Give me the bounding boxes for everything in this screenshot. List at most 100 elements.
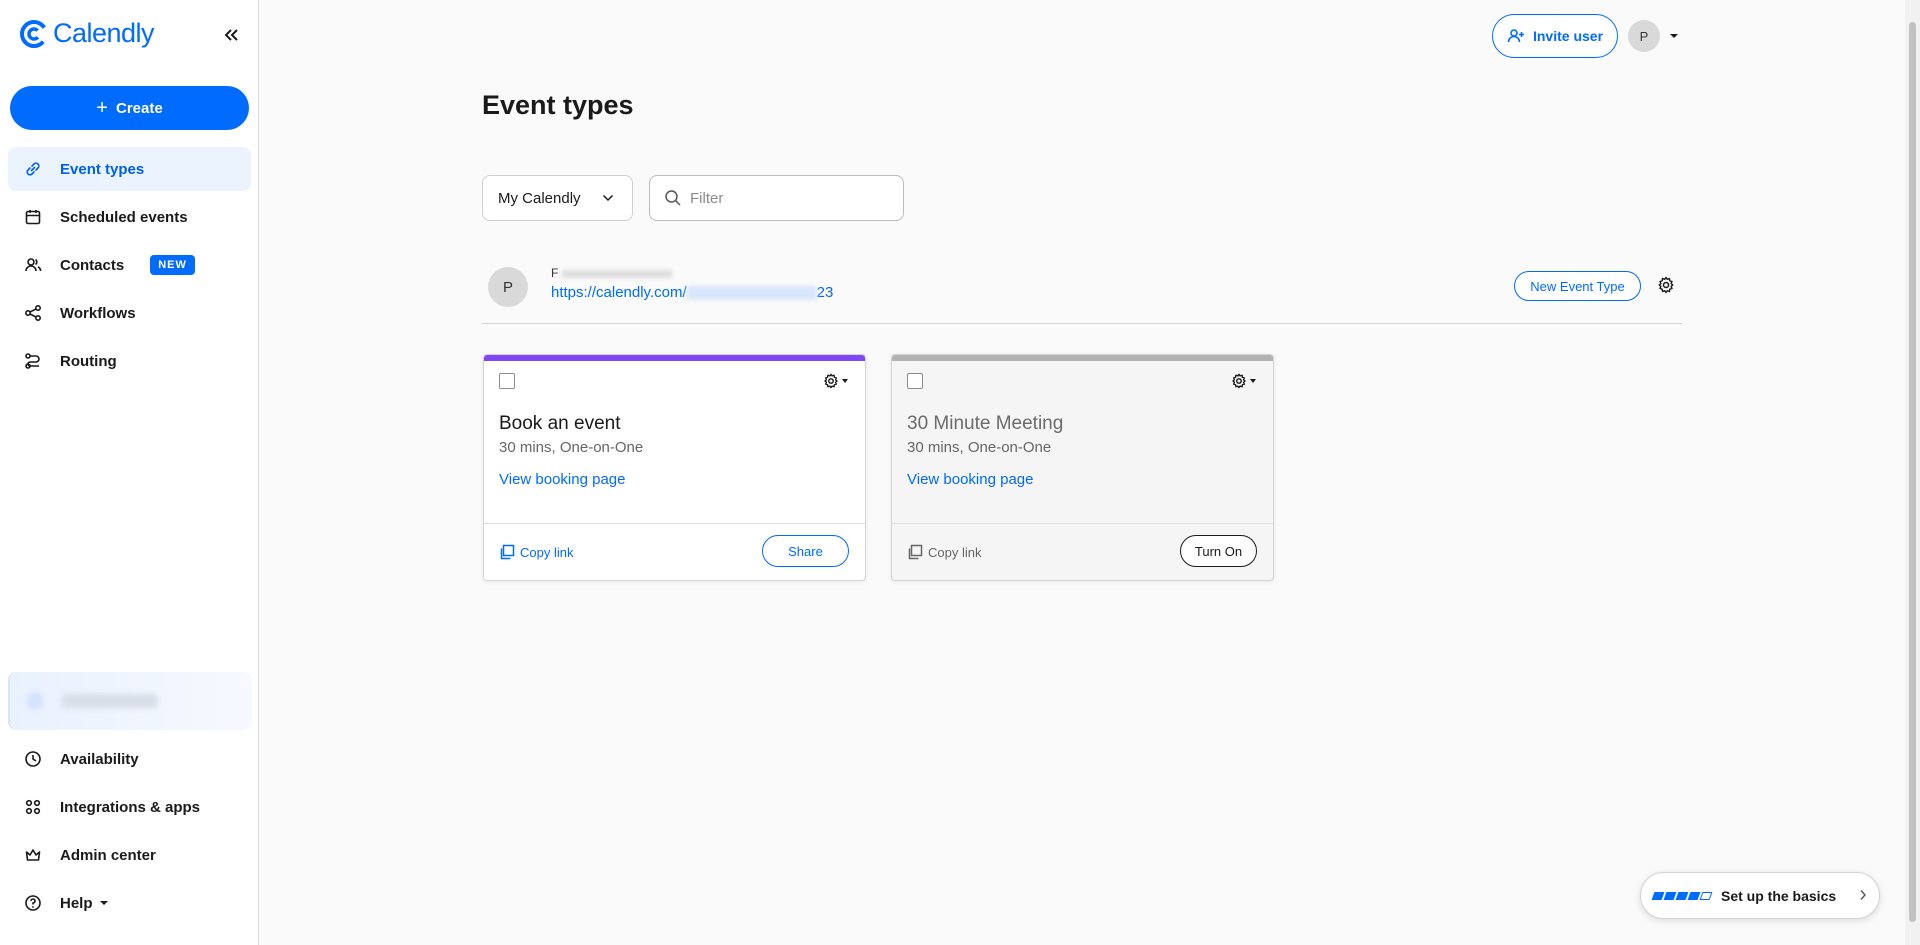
event-subtitle: 30 mins, One-on-One	[499, 439, 644, 456]
select-value: My Calendly	[498, 189, 581, 207]
sidebar-item-event-types[interactable]: Event types	[8, 147, 251, 191]
gear-icon[interactable]	[1657, 276, 1675, 294]
event-title: Book an event	[499, 413, 621, 434]
user-name: F	[551, 266, 673, 280]
workflows-icon	[24, 304, 42, 322]
copy-icon	[500, 544, 515, 560]
progress-segment	[1663, 891, 1677, 900]
turn-on-button[interactable]: Turn On	[1180, 535, 1257, 567]
link-suffix: 23	[816, 284, 834, 301]
calendar-icon	[24, 208, 42, 226]
new-event-type-button[interactable]: New Event Type	[1514, 271, 1641, 301]
filter-field[interactable]	[649, 175, 904, 221]
redacted-icon	[26, 692, 44, 710]
plus-icon: +	[96, 97, 108, 119]
crown-icon	[24, 846, 42, 864]
link-icon	[24, 160, 42, 178]
copy-link-button[interactable]: Copy link	[907, 544, 981, 560]
search-icon	[665, 190, 681, 206]
sidebar-item-label: Integrations & apps	[60, 798, 201, 816]
card-divider	[484, 523, 865, 524]
setup-basics-label: Set up the basics	[1721, 887, 1837, 904]
view-booking-page-link[interactable]: View booking page	[499, 471, 626, 488]
new-badge: NEW	[150, 255, 195, 275]
sidebar-bottom-nav: Availability Integrations & apps Admin c…	[8, 737, 251, 929]
select-checkbox[interactable]	[499, 373, 515, 389]
add-user-icon	[1507, 29, 1524, 43]
filter-input[interactable]	[690, 189, 890, 207]
sidebar-item-label: Help	[60, 894, 93, 912]
link-prefix: https://calendly.com/	[551, 284, 687, 301]
sidebar-item-label: Routing	[60, 352, 117, 370]
help-icon	[24, 894, 42, 912]
sidebar-item-workflows[interactable]: Workflows	[8, 291, 251, 335]
event-card-book-an-event[interactable]: Book an event 30 mins, One-on-One View b…	[483, 354, 866, 581]
copy-link-label: Copy link	[520, 544, 574, 560]
sidebar-item-scheduled-events[interactable]: Scheduled events	[8, 195, 251, 239]
event-title: 30 Minute Meeting	[907, 413, 1064, 434]
progress-segment	[1675, 891, 1689, 900]
view-booking-page-link[interactable]: View booking page	[907, 471, 1034, 488]
user-name-visible: F	[551, 266, 559, 280]
brand-name: Calendly	[53, 18, 155, 48]
card-settings-menu[interactable]	[823, 373, 849, 389]
sidebar-item-label: Scheduled events	[60, 208, 188, 226]
sidebar-item-label: Contacts	[60, 256, 125, 274]
sidebar-item-integrations[interactable]: Integrations & apps	[8, 785, 251, 829]
calendly-select-dropdown[interactable]: My Calendly	[482, 175, 633, 221]
calendly-logo[interactable]: Calendly	[19, 18, 155, 49]
create-button-label: Create	[115, 99, 163, 117]
account-avatar[interactable]: P	[1628, 20, 1660, 52]
routing-icon	[24, 352, 42, 370]
user-scheduling-link[interactable]: https://calendly.com/23	[551, 284, 833, 301]
account-menu-caret-icon[interactable]	[1667, 30, 1681, 42]
sidebar-item-contacts[interactable]: Contacts NEW	[8, 243, 251, 287]
caret-down-icon	[1250, 379, 1256, 383]
sidebar-nav: Event types Scheduled events Contacts NE…	[8, 147, 251, 387]
copy-icon	[908, 544, 923, 560]
page-scrollbar-thumb[interactable]	[1909, 22, 1916, 922]
chevron-right-icon	[1860, 890, 1866, 900]
caret-down-icon	[842, 379, 848, 383]
apps-grid-icon	[24, 798, 42, 816]
sidebar-item-label: Availability	[60, 750, 139, 768]
progress-segment	[1699, 891, 1713, 900]
user-avatar: P	[488, 267, 528, 307]
collapse-sidebar-button[interactable]	[220, 24, 242, 46]
calendly-logo-icon	[20, 19, 48, 48]
event-color-bar	[484, 355, 865, 361]
sidebar-item-help[interactable]: Help	[8, 881, 251, 925]
sidebar-item-label: Admin center	[60, 846, 156, 864]
share-button[interactable]: Share	[762, 535, 849, 567]
page-title: Event types	[482, 90, 634, 120]
redacted-sidebar-item[interactable]	[8, 672, 252, 730]
invite-user-label: Invite user	[1532, 28, 1604, 44]
setup-basics-widget[interactable]: Set up the basics	[1640, 872, 1880, 919]
invite-user-button[interactable]: Invite user	[1492, 14, 1618, 58]
gear-icon	[1232, 373, 1246, 389]
gear-icon	[824, 373, 838, 389]
copy-link-button[interactable]: Copy link	[499, 544, 573, 560]
create-button[interactable]: + Create	[10, 86, 249, 130]
chevron-down-icon	[602, 194, 614, 202]
event-card-30-minute-meeting[interactable]: 30 Minute Meeting 30 mins, One-on-One Vi…	[891, 354, 1274, 581]
select-checkbox[interactable]	[907, 373, 923, 389]
sidebar: Calendly + Create Event types Scheduled …	[0, 0, 259, 945]
sidebar-item-label: Event types	[60, 160, 145, 178]
sidebar-item-availability[interactable]: Availability	[8, 737, 251, 781]
clock-icon	[24, 750, 42, 768]
sidebar-item-routing[interactable]: Routing	[8, 339, 251, 383]
progress-segment	[1651, 891, 1665, 900]
user-row: P F https://calendly.com/23 New Event Ty…	[482, 262, 1682, 324]
sidebar-item-admin-center[interactable]: Admin center	[8, 833, 251, 877]
contacts-icon	[24, 256, 42, 274]
double-chevron-left-icon	[224, 29, 238, 41]
setup-progress-bar	[1651, 891, 1713, 900]
redacted-label	[62, 694, 158, 708]
redacted-name	[562, 269, 673, 278]
event-subtitle: 30 mins, One-on-One	[907, 439, 1052, 456]
card-settings-menu[interactable]	[1231, 373, 1257, 389]
event-color-bar	[892, 355, 1273, 361]
redacted-link	[686, 286, 817, 301]
sidebar-item-label: Workflows	[60, 304, 136, 322]
